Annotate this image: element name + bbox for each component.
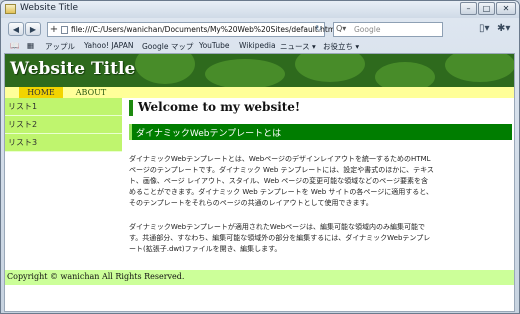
page-viewport: Website Title HOME ABOUT リスト1 リスト2 リスト3 …: [4, 53, 515, 312]
bookmark-item[interactable]: Wikipedia: [239, 41, 276, 50]
back-arrow-icon: ◀: [12, 25, 20, 34]
paragraph-line: ト、画像、ページ レイアウト、スタイル、Web ページの変更可能な領域などのペー…: [129, 177, 429, 185]
copyright-text: Copyright © wanichan All Rights Reserved…: [7, 272, 185, 281]
window-title: Website Title: [20, 3, 79, 13]
welcome-text: Welcome to my website!: [138, 100, 301, 114]
leaf-decoration: [135, 54, 195, 84]
title-bar: Website Title – □ ✕: [1, 1, 519, 18]
bookmark-item[interactable]: ニュース ▾: [280, 41, 316, 52]
sidebar-item-list1[interactable]: リスト1: [5, 98, 122, 116]
welcome-heading: Welcome to my website!: [129, 100, 512, 116]
back-button[interactable]: ◀: [8, 22, 24, 36]
book-icon[interactable]: 📖: [10, 41, 19, 50]
sidebar-item-list3[interactable]: リスト3: [5, 134, 122, 152]
paragraph-1: ダイナミックWebテンプレートとは、Webページのデザインレイアウトを統一するた…: [129, 154, 512, 209]
leaf-decoration: [295, 54, 365, 82]
address-bar[interactable]: + file:///C:/Users/wanichan/Documents/My…: [47, 22, 335, 37]
file-icon: [61, 26, 68, 34]
menu-about[interactable]: ABOUT: [69, 87, 113, 98]
minimize-button[interactable]: –: [460, 2, 477, 15]
gear-icon[interactable]: ✱▾: [497, 23, 510, 34]
menu-home[interactable]: HOME: [19, 87, 63, 98]
grid-icon[interactable]: ▦: [27, 41, 34, 50]
bookmark-item[interactable]: YouTube: [199, 41, 230, 50]
paragraph-line: そのテンプレートをそれらのページの共通のレイアウトとして使用できます。: [129, 199, 373, 207]
site-header: Website Title: [5, 54, 514, 87]
site-menu: HOME ABOUT: [5, 87, 514, 98]
leaf-decoration: [205, 59, 285, 87]
navigation-bar: ◀ ▶ + file:///C:/Users/wanichan/Document…: [1, 20, 519, 40]
sidebar: リスト1 リスト2 リスト3: [5, 98, 122, 152]
close-button[interactable]: ✕: [496, 2, 516, 15]
section-heading: ダイナミックWebテンプレートとは: [129, 124, 512, 140]
add-bookmark-icon[interactable]: +: [49, 23, 59, 36]
address-text[interactable]: file:///C:/Users/wanichan/Documents/My%2…: [71, 25, 335, 34]
bookmark-item[interactable]: Yahoo! JAPAN: [84, 41, 133, 50]
paragraph-line: ート(拡張子.dwt)ファイルを開き、編集します。: [129, 245, 282, 253]
bookmark-item[interactable]: お役立ち ▾: [323, 41, 359, 52]
bookmark-item[interactable]: Google マップ: [142, 41, 193, 52]
paragraph-line: ページのテンプレートです。ダイナミック Web テンプレートには、設定や書式のほ…: [129, 166, 434, 174]
bookmark-item[interactable]: アップル: [45, 41, 75, 52]
paragraph-2: ダイナミックWebテンプレートが適用されたWebページは、編集可能な領域内のみ編…: [129, 222, 512, 255]
sidebar-item-list2[interactable]: リスト2: [5, 116, 122, 134]
site-footer: Copyright © wanichan All Rights Reserved…: [5, 270, 514, 285]
bookmarks-bar: 📖 ▦ アップル Yahoo! JAPAN Google マップ YouTube…: [1, 40, 519, 53]
forward-button[interactable]: ▶: [25, 22, 41, 36]
forward-arrow-icon: ▶: [29, 25, 37, 34]
paragraph-line: す。共通部分、すなわち、編集可能な領域外の部分を編集するには、ダイナミックWeb…: [129, 234, 431, 242]
leaf-decoration: [445, 54, 514, 82]
browser-window: Website Title – □ ✕ ◀ ▶ + file:///C:/Use…: [0, 0, 520, 314]
search-icon[interactable]: Q▾: [336, 24, 346, 33]
paragraph-line: めることができます。ダイナミック Web テンプレートを Web サイトの各ペー…: [129, 188, 433, 196]
paragraph-line: ダイナミックWebテンプレートが適用されたWebページは、編集可能な領域内のみ編…: [129, 223, 426, 231]
page-blank-area: [5, 285, 514, 311]
site-title: Website Title: [10, 59, 136, 79]
folder-icon: [5, 4, 16, 14]
maximize-button[interactable]: □: [478, 2, 495, 15]
reload-icon[interactable]: ↻: [315, 24, 322, 33]
search-field[interactable]: Q▾ Google: [333, 22, 443, 37]
leaf-decoration: [375, 62, 435, 87]
search-placeholder: Google: [354, 25, 381, 34]
page-menu-icon[interactable]: ▯▾: [479, 23, 490, 34]
section-heading-text: ダイナミックWebテンプレートとは: [136, 129, 282, 139]
paragraph-line: ダイナミックWebテンプレートとは、Webページのデザインレイアウトを統一するた…: [129, 155, 431, 163]
